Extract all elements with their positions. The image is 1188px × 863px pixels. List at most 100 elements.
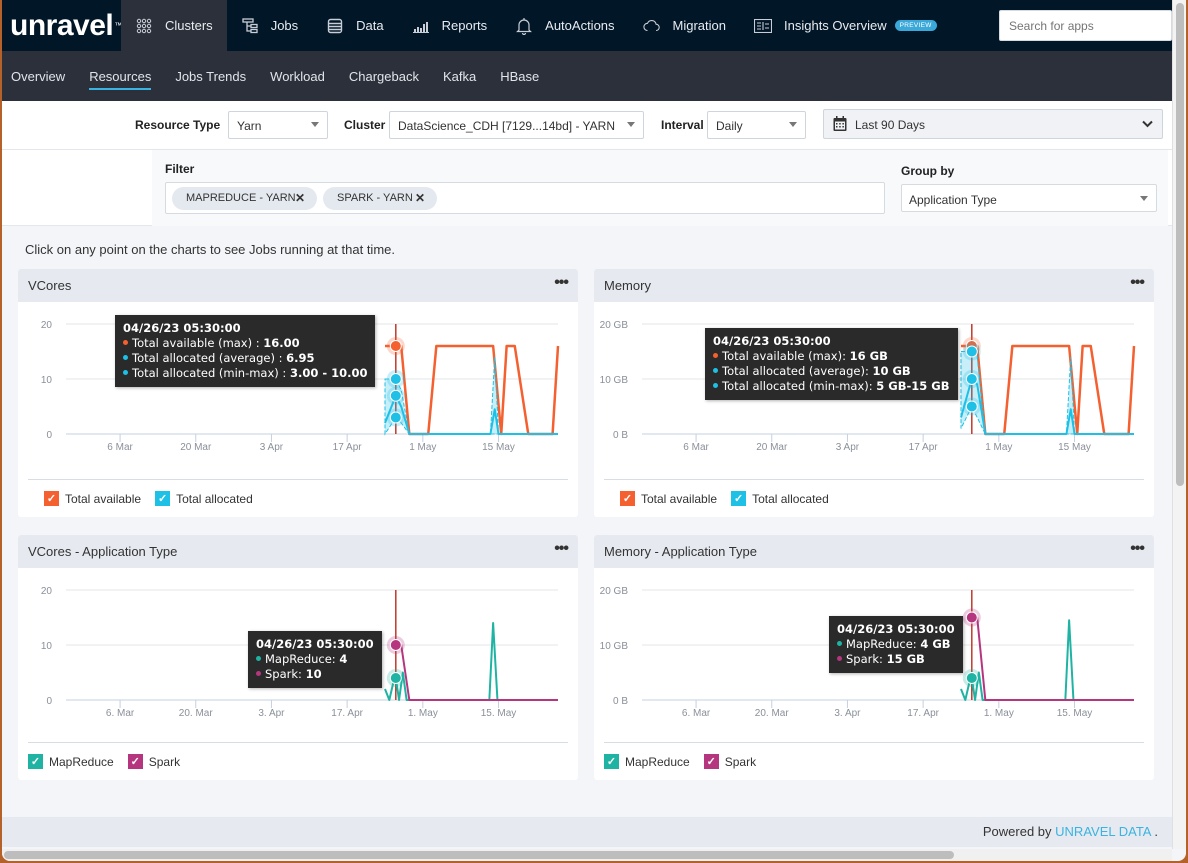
x-tick-label: 3 Apr [836, 442, 860, 453]
legend-item-total-available[interactable]: ✓ Total available [44, 491, 141, 506]
interval-label: Interval [661, 118, 704, 132]
x-tick-label: 1. May [408, 708, 438, 719]
nav-clusters[interactable]: Clusters [121, 0, 227, 51]
tab-kafka[interactable]: Kafka [431, 51, 488, 101]
nav-label: Insights Overview [784, 18, 887, 33]
tab-chargeback[interactable]: Chargeback [337, 51, 431, 101]
unravel-logo[interactable]: unravel ™ [2, 0, 122, 51]
date-range-picker[interactable]: Last 90 Days [823, 109, 1163, 139]
checkbox-icon[interactable]: ✓ [155, 491, 171, 506]
y-tick-label: 20 GB [600, 320, 629, 331]
chart-legend: ✓ Total available ✓ Total allocated [604, 479, 1144, 517]
legend-item-total-allocated[interactable]: ✓ Total allocated [731, 491, 829, 506]
card-title: Memory - Application Type [604, 544, 757, 559]
tab-workload[interactable]: Workload [258, 51, 337, 101]
chevron-down-icon [1142, 117, 1153, 131]
series-dot [837, 641, 842, 646]
legend-item-total-available[interactable]: ✓ Total available [620, 491, 717, 506]
hover-point [965, 345, 978, 358]
vertical-scrollbar[interactable] [1172, 0, 1186, 849]
y-tick-label: 0 B [613, 430, 628, 441]
tab-hbase[interactable]: HBase [488, 51, 551, 101]
checkbox-icon[interactable]: ✓ [731, 491, 747, 506]
tooltip-value: 5 GB-15 GB [876, 379, 950, 393]
close-icon[interactable]: ✕ [415, 191, 425, 205]
clusters-icon [135, 17, 153, 35]
y-tick-label: 0 [46, 430, 52, 441]
tooltip-row: Total allocated (min-max): 5 GB-15 GB [713, 379, 950, 394]
group-by-select[interactable]: Application Type [901, 184, 1157, 212]
x-tick-label: 6 Mar [107, 442, 133, 453]
x-tick-label: 15. May [1057, 708, 1093, 719]
filter-input[interactable]: MAPREDUCE - YARN ✕ SPARK - YARN ✕ [165, 182, 885, 214]
legend-item-spark[interactable]: ✓ Spark [703, 754, 757, 769]
legend-item-mapreduce[interactable]: ✓ MapReduce [28, 754, 114, 769]
tooltip-value: 15 GB [886, 652, 925, 666]
chart-legend: ✓ Total available ✓ Total allocated [28, 479, 568, 517]
nav-autoactions[interactable]: AutoActions [501, 0, 628, 51]
nav-reports[interactable]: Reports [398, 0, 502, 51]
nav-insights-overview[interactable]: Insights Overview PREVIEW [740, 0, 951, 51]
resource-type-select[interactable]: Yarn [228, 111, 328, 139]
search-apps-input[interactable] [999, 10, 1172, 41]
close-icon[interactable]: ✕ [295, 191, 305, 205]
cluster-select[interactable]: DataScience_CDH [7129...14bd] - YARN [389, 111, 644, 139]
legend-label: Spark [724, 754, 757, 769]
scrollbar-thumb[interactable] [1176, 3, 1184, 486]
tooltip-label: Total available (max) : [132, 336, 264, 350]
series-dot [123, 355, 128, 360]
legend-label: Total allocated [752, 491, 829, 506]
more-options-icon[interactable]: ••• [1130, 274, 1145, 292]
filter-chip: SPARK - YARN ✕ [323, 187, 437, 210]
database-icon [326, 17, 344, 35]
checkbox-icon[interactable]: ✓ [28, 754, 43, 769]
tooltip-value: 6.95 [286, 351, 315, 365]
preview-badge: PREVIEW [894, 20, 937, 31]
legend-item-total-allocated[interactable]: ✓ Total allocated [155, 491, 253, 506]
tooltip-row: MapReduce: 4 [256, 652, 374, 667]
series-dot [123, 340, 128, 345]
series-dot [256, 671, 261, 676]
tooltip-row: Total allocated (average) : 6.95 [123, 351, 367, 366]
tab-overview[interactable]: Overview [11, 51, 77, 101]
x-tick-label: 20 Mar [756, 442, 788, 453]
powered-by-text: Powered by [982, 824, 1056, 839]
tooltip-title: 04/26/23 05:30:00 [713, 334, 831, 348]
series-dot [256, 656, 261, 661]
more-options-icon[interactable]: ••• [554, 274, 569, 292]
more-options-icon[interactable]: ••• [1130, 540, 1145, 558]
nav-jobs[interactable]: Jobs [227, 0, 312, 51]
interval-select[interactable]: Daily [707, 111, 806, 139]
legend-item-mapreduce[interactable]: ✓ MapReduce [604, 754, 690, 769]
unravel-data-link[interactable]: UNRAVEL DATA [1055, 824, 1151, 839]
tooltip-label: Total allocated (average): [722, 364, 873, 378]
tab-resources[interactable]: Resources [77, 51, 163, 101]
y-tick-label: 10 [41, 641, 53, 652]
cluster-value: DataScience_CDH [7129...14bd] - YARN [398, 119, 616, 133]
checkbox-icon[interactable]: ✓ [604, 754, 619, 769]
chart-tooltip: 04/26/23 05:30:00 Total available (max) … [115, 315, 376, 387]
horizontal-scrollbar[interactable] [2, 849, 1172, 861]
checkbox-icon[interactable]: ✓ [44, 491, 59, 506]
legend-label: Total allocated [176, 491, 253, 506]
series-line-total-available [384, 344, 560, 436]
chart-legend: ✓ MapReduce ✓ Spark [604, 742, 1144, 780]
legend-item-spark[interactable]: ✓ Spark [127, 754, 180, 769]
hover-point [965, 373, 978, 385]
tab-jobs-trends[interactable]: Jobs Trends [163, 51, 258, 101]
chevron-down-icon [311, 122, 319, 127]
x-tick-label: 3. Apr [834, 708, 861, 719]
x-tick-label: 17. Apr [907, 708, 939, 719]
jobs-icon [241, 17, 259, 35]
x-tick-label: 20. Mar [755, 708, 790, 719]
bar-chart-icon [412, 17, 430, 35]
checkbox-icon[interactable]: ✓ [620, 491, 635, 506]
scrollbar-thumb[interactable] [4, 851, 954, 859]
sub-nav: Overview Resources Jobs Trends Workload … [2, 51, 1172, 101]
nav-data[interactable]: Data [312, 0, 397, 51]
more-options-icon[interactable]: ••• [554, 540, 569, 558]
checkbox-icon[interactable]: ✓ [127, 754, 143, 769]
checkbox-icon[interactable]: ✓ [703, 754, 719, 769]
x-tick-label: 3 Apr [260, 442, 284, 453]
nav-migration[interactable]: Migration [629, 0, 740, 51]
